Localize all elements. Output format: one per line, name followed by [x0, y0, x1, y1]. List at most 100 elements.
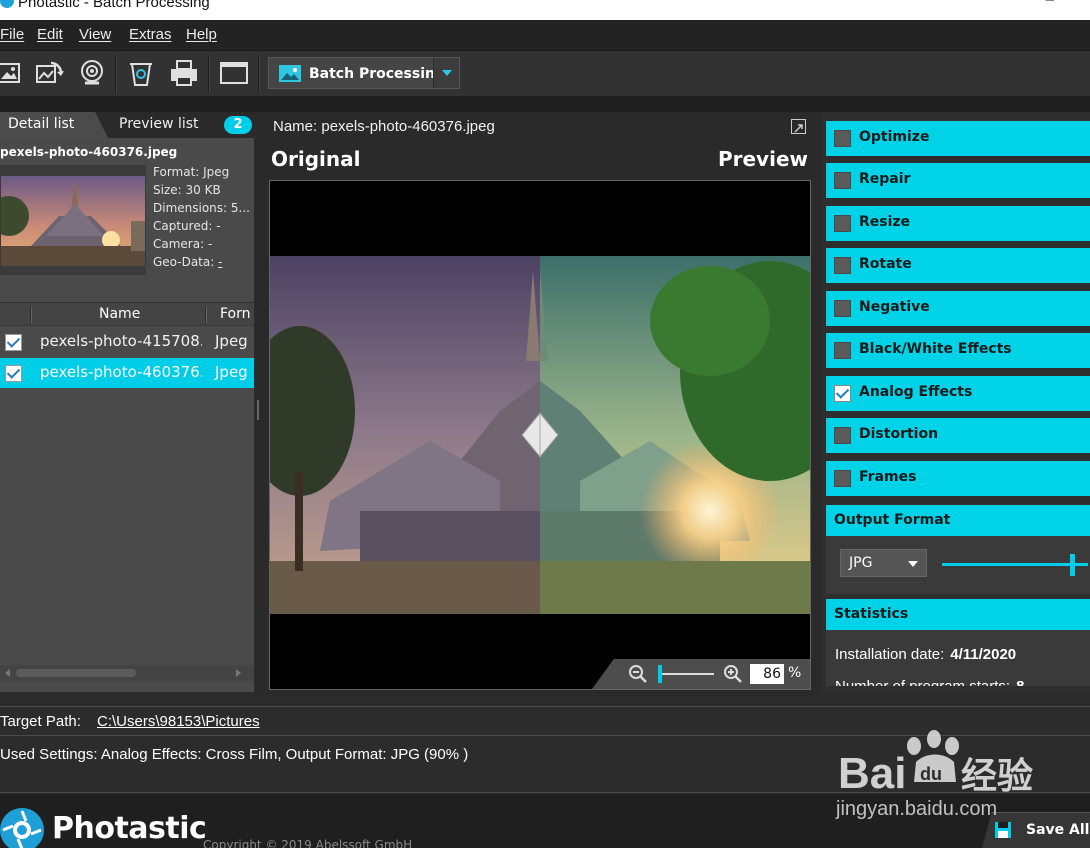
- horizontal-scrollbar[interactable]: [0, 665, 254, 681]
- output-format-body: JPG: [826, 536, 1090, 594]
- toolbar-separator: [115, 55, 117, 93]
- original-label: Original: [271, 147, 361, 171]
- row-filename: pexels-photo-415708.j: [40, 332, 202, 350]
- used-settings-text: Used Settings: Analog Effects: Cross Fil…: [0, 746, 469, 763]
- format-select-value: JPG: [849, 555, 873, 571]
- effect-resize[interactable]: Resize: [826, 206, 1090, 241]
- webcam-icon[interactable]: [76, 57, 108, 89]
- preview-label: Preview: [717, 147, 808, 171]
- window-title: Photastic - Batch Processing: [18, 0, 210, 11]
- printer-icon[interactable]: [168, 57, 200, 89]
- scrollbar-thumb[interactable]: [16, 669, 136, 677]
- quality-slider-track[interactable]: [942, 563, 1088, 566]
- zoom-out-icon[interactable]: [628, 664, 648, 684]
- batch-dropdown-button[interactable]: [433, 58, 459, 88]
- list-item[interactable]: pexels-photo-415708.j Jpeg: [0, 327, 254, 357]
- effect-checkbox[interactable]: [834, 470, 851, 487]
- tab-detail-list[interactable]: Detail list: [0, 112, 108, 138]
- effect-optimize[interactable]: Optimize: [826, 121, 1090, 156]
- effect-repair[interactable]: Repair: [826, 163, 1090, 198]
- expand-icon[interactable]: [791, 119, 806, 134]
- photastic-logo-text: Photastic: [52, 811, 207, 846]
- effect-negative[interactable]: Negative: [826, 291, 1090, 326]
- info-captured: Captured: -: [153, 219, 221, 233]
- open-image-icon[interactable]: [0, 57, 28, 89]
- toolbar: Batch Processing: [0, 50, 1090, 96]
- effect-checkbox-checked[interactable]: [834, 385, 851, 402]
- zoom-in-icon[interactable]: [723, 664, 743, 684]
- target-path-link[interactable]: C:\Users\98153\Pictures: [97, 713, 260, 730]
- svg-text:du: du: [920, 764, 942, 784]
- effect-label: Black/White Effects: [859, 341, 1012, 357]
- list-item-selected[interactable]: pexels-photo-460376.j Jpeg: [0, 358, 254, 388]
- menu-help[interactable]: Help: [186, 26, 217, 43]
- compare-image: [270, 181, 810, 689]
- batch-processing-button[interactable]: Batch Processing: [268, 57, 460, 89]
- row-format: Jpeg: [215, 332, 248, 350]
- menu-file[interactable]: File: [0, 26, 24, 43]
- effect-checkbox[interactable]: [834, 172, 851, 189]
- image-compare-viewer[interactable]: 86 %: [269, 180, 811, 690]
- effect-checkbox[interactable]: [834, 342, 851, 359]
- quality-slider-handle[interactable]: [1070, 554, 1075, 576]
- window-icon[interactable]: [218, 57, 250, 89]
- statistics-title: Statistics: [834, 606, 909, 622]
- scroll-right-icon[interactable]: [232, 665, 244, 681]
- effect-checkbox[interactable]: [834, 257, 851, 274]
- minimize-button[interactable]: –: [1046, 0, 1054, 8]
- app-icon: [0, 0, 14, 8]
- effect-frames[interactable]: Frames: [826, 461, 1090, 496]
- effect-black-white[interactable]: Black/White Effects: [826, 333, 1090, 368]
- chevron-down-icon: [908, 561, 918, 567]
- statistics-header: Statistics: [826, 599, 1090, 630]
- scroll-left-icon[interactable]: [2, 665, 14, 681]
- tab-preview-list[interactable]: Preview list: [119, 116, 199, 132]
- menu-edit[interactable]: Edit: [37, 26, 63, 43]
- output-format-title: Output Format: [834, 512, 951, 528]
- output-format-header: Output Format: [826, 505, 1090, 536]
- column-format[interactable]: Forn: [220, 306, 251, 322]
- list-tabs: Detail list Preview list 2: [0, 112, 254, 138]
- row-checkbox[interactable]: [5, 334, 22, 351]
- menu-extras[interactable]: Extras: [129, 26, 172, 43]
- zoom-slider-handle[interactable]: [658, 665, 662, 683]
- effect-checkbox[interactable]: [834, 215, 851, 232]
- stat-value: 8: [1016, 678, 1024, 686]
- file-count-badge: 2: [224, 116, 252, 134]
- column-separator[interactable]: [205, 307, 207, 323]
- batch-processing-label: Batch Processing: [309, 66, 445, 82]
- watermark-brand: Bai: [838, 749, 906, 798]
- effect-analog[interactable]: Analog Effects: [826, 376, 1090, 411]
- info-geo-data: Geo-Data: -: [153, 255, 253, 269]
- effect-label: Resize: [859, 214, 911, 230]
- effect-distortion[interactable]: Distortion: [826, 418, 1090, 453]
- zoom-unit: %: [788, 665, 802, 681]
- image-icon: [279, 65, 301, 82]
- effect-checkbox[interactable]: [834, 300, 851, 317]
- zoom-value-input[interactable]: 86: [750, 664, 784, 684]
- effect-rotate[interactable]: Rotate: [826, 248, 1090, 283]
- effect-checkbox[interactable]: [834, 427, 851, 444]
- effect-label: Repair: [859, 171, 911, 187]
- menu-view[interactable]: View: [79, 26, 111, 43]
- row-format: Jpeg: [215, 363, 248, 381]
- selected-filename: pexels-photo-460376.jpeg: [0, 145, 178, 159]
- zoom-slider-track[interactable]: [658, 673, 714, 675]
- copyright-text: Copyright © 2019 Abelssoft GmbH: [203, 838, 413, 848]
- watermark-url: jingyan.baidu.com: [836, 798, 998, 820]
- geo-data-label: Geo-Data:: [153, 255, 215, 269]
- panel-splitter[interactable]: [254, 112, 262, 692]
- stat-label: Number of program starts:: [835, 678, 1010, 686]
- column-separator[interactable]: [30, 307, 32, 323]
- geo-data-link[interactable]: -: [218, 255, 222, 269]
- chevron-down-icon: [442, 70, 452, 76]
- selected-thumbnail: [0, 165, 146, 275]
- effect-checkbox[interactable]: [834, 130, 851, 147]
- row-checkbox[interactable]: [5, 365, 22, 382]
- format-select[interactable]: JPG: [840, 549, 927, 577]
- column-name[interactable]: Name: [99, 306, 140, 322]
- stat-program-starts: Number of program starts: 8: [835, 678, 1024, 686]
- recycle-bin-icon[interactable]: [125, 57, 157, 89]
- rotate-image-icon[interactable]: [33, 57, 65, 89]
- row-filename: pexels-photo-460376.j: [40, 363, 202, 381]
